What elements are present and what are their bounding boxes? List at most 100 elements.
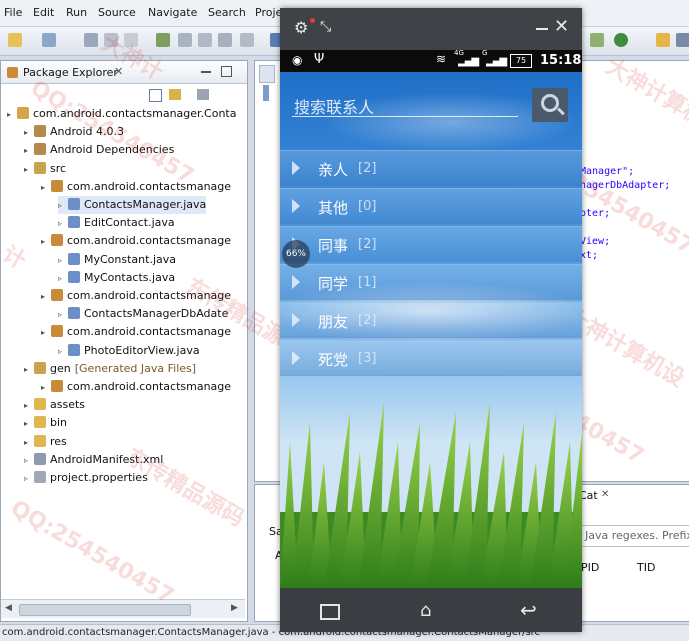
expand-toggle-icon[interactable]: ▹	[58, 252, 68, 270]
expand-toggle-icon[interactable]: ▸	[41, 233, 51, 251]
save-icon[interactable]	[84, 33, 98, 47]
expand-toggle-icon[interactable]: ▹	[58, 270, 68, 288]
tree-item[interactable]: ▸ com.android.contactsmanage	[41, 232, 231, 250]
tree-item[interactable]: ▹ AndroidManifest.xml	[24, 451, 163, 469]
expand-toggle-icon[interactable]: ▸	[7, 106, 17, 124]
expand-toggle-icon[interactable]: ▸	[41, 324, 51, 342]
tree-item[interactable]: ▸ com.android.contactsmanage	[41, 378, 231, 396]
code-line: pter;	[580, 208, 611, 219]
new-icon[interactable]	[8, 33, 22, 47]
group-item[interactable]: 朋友 [2]	[280, 302, 582, 338]
tree-item[interactable]: ▹ ContactsManager.java	[58, 196, 207, 215]
tree-item[interactable]: ▸ assets	[24, 396, 85, 414]
group-item[interactable]: 同学 [1]	[280, 264, 582, 300]
tree-item[interactable]: ▹ MyContacts.java	[58, 269, 175, 287]
collapse-all-icon[interactable]	[149, 89, 162, 102]
tree-item[interactable]: ▹ MyConstant.java	[58, 251, 176, 269]
open-folder-icon[interactable]	[656, 33, 670, 47]
menu-navigate[interactable]: Navigate	[148, 6, 197, 19]
link-with-editor-icon[interactable]	[169, 89, 181, 100]
minimize-icon[interactable]	[536, 28, 548, 30]
fullscreen-icon[interactable]: ⤡	[320, 19, 331, 35]
menu-source[interactable]: Source	[98, 6, 136, 19]
close-icon[interactable]: ✕	[554, 16, 569, 37]
expand-toggle-icon[interactable]: ▸	[24, 434, 34, 452]
group-item[interactable]: 死党 [3]	[280, 340, 582, 376]
view-menu-icon[interactable]	[197, 89, 209, 100]
logcat-col-tid[interactable]: TID	[637, 561, 655, 574]
expand-toggle-icon[interactable]: ▸	[41, 288, 51, 306]
menu-run[interactable]: Run	[66, 6, 87, 19]
menu-search[interactable]: Search	[208, 6, 246, 19]
print-icon[interactable]	[124, 33, 138, 47]
run-icon[interactable]	[614, 33, 628, 47]
tree-item-label: Android 4.0.3	[50, 125, 125, 139]
expand-toggle-icon[interactable]: ▸	[24, 161, 34, 179]
editor-tab[interactable]	[259, 65, 275, 83]
menu-edit[interactable]: Edit	[33, 6, 54, 19]
tree-item[interactable]: ▸ gen [Generated Java Files]	[24, 360, 196, 378]
tree-item[interactable]: ▸ Android Dependencies	[24, 141, 174, 159]
menu-project[interactable]: Proje	[255, 6, 282, 19]
group-item[interactable]: 亲人 [2]	[280, 150, 582, 186]
expand-toggle-icon[interactable]: ▸	[41, 379, 51, 397]
tree-item[interactable]: ▸ src	[24, 160, 66, 178]
settings-gear-icon[interactable]: ⚙	[294, 18, 308, 37]
package-icon	[51, 234, 63, 247]
save-all-icon[interactable]	[104, 33, 118, 47]
tool-icon[interactable]	[218, 33, 232, 47]
close-icon[interactable]: ✕	[114, 65, 123, 78]
clock: 15:18	[540, 53, 582, 68]
tree-item[interactable]: ▸ com.android.contactsmanage	[41, 178, 231, 196]
tool-icon[interactable]	[240, 33, 254, 47]
expand-toggle-icon[interactable]: ▸	[24, 361, 34, 379]
back-icon[interactable]: ↩	[520, 598, 537, 622]
search-button[interactable]	[532, 88, 568, 122]
tree-item[interactable]: ▸ Android 4.0.3	[24, 123, 124, 141]
minimize-icon[interactable]	[201, 71, 211, 73]
expand-toggle-icon[interactable]: ▸	[24, 415, 34, 433]
group-item[interactable]: 同事 [2]	[280, 226, 582, 262]
group-item[interactable]: 其他 [0]	[280, 188, 582, 224]
tree-item[interactable]: ▸ com.android.contactsmanager.Conta	[7, 105, 237, 123]
android-sdk-icon[interactable]	[156, 33, 170, 47]
tree-item[interactable]: ▹ ContactsManagerDbAdate	[58, 305, 228, 323]
logcat-col-pid[interactable]: PID	[581, 561, 599, 574]
perspective-icon[interactable]	[676, 33, 689, 47]
expand-toggle-icon[interactable]: ▸	[24, 397, 34, 415]
search-input[interactable]: 搜索联系人	[292, 94, 518, 117]
expand-toggle-icon[interactable]: ▹	[24, 452, 34, 470]
expand-toggle-icon[interactable]: ▹	[58, 343, 68, 361]
wizard-icon[interactable]	[178, 33, 192, 47]
close-icon[interactable]: ✕	[601, 489, 609, 500]
scrollbar-thumb[interactable]	[19, 604, 191, 616]
tree-item[interactable]: ▹ PhotoEditorView.java	[58, 342, 200, 360]
expand-toggle-icon[interactable]: ▹	[58, 197, 68, 215]
tree-item[interactable]: ▸ com.android.contactsmanage	[41, 287, 231, 305]
maximize-icon[interactable]	[221, 66, 232, 77]
expand-arrow-icon	[292, 313, 300, 327]
tree-item[interactable]: ▹ project.properties	[24, 469, 148, 487]
menu-file[interactable]: File	[4, 6, 22, 19]
scroll-left-icon[interactable]: ◀	[5, 603, 12, 613]
recent-apps-icon[interactable]	[320, 604, 340, 620]
expand-toggle-icon[interactable]: ▹	[58, 215, 68, 233]
scroll-right-icon[interactable]: ▶	[231, 603, 238, 613]
expand-toggle-icon[interactable]: ▸	[24, 142, 34, 160]
tree-item[interactable]: ▸ res	[24, 433, 67, 451]
tree-item[interactable]: ▹ EditContact.java	[58, 214, 175, 232]
zoom-badge: 66%	[282, 240, 310, 268]
expand-toggle-icon[interactable]: ▸	[41, 179, 51, 197]
group-count: [2]	[358, 313, 377, 328]
expand-toggle-icon[interactable]: ▹	[24, 470, 34, 488]
tree-item[interactable]: ▸ com.android.contactsmanage	[41, 323, 231, 341]
home-icon[interactable]: ⌂	[420, 600, 431, 621]
debug-icon[interactable]	[590, 33, 604, 47]
tool-icon[interactable]	[198, 33, 212, 47]
expand-toggle-icon[interactable]: ▸	[24, 124, 34, 142]
logcat-filter-input[interactable]: Java regexes. Prefix	[581, 525, 689, 547]
horizontal-scrollbar[interactable]: ◀ ▶	[1, 599, 245, 618]
tree-item[interactable]: ▸ bin	[24, 414, 67, 432]
expand-toggle-icon[interactable]: ▹	[58, 306, 68, 324]
new-wizard-icon[interactable]	[42, 33, 56, 47]
